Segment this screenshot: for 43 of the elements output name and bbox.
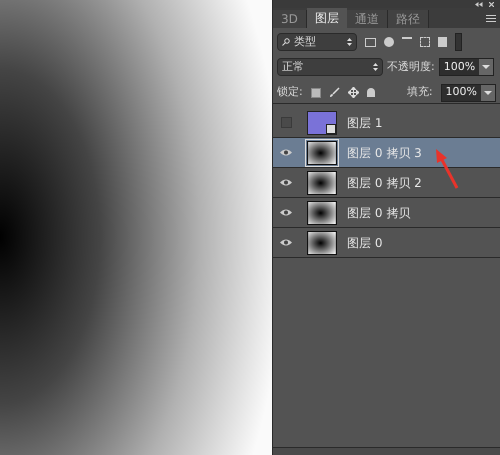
filter-dropdown[interactable]: 类型 — [277, 33, 357, 51]
eye-icon[interactable] — [279, 208, 293, 217]
layer-name: 图层 0 拷贝 — [347, 204, 410, 222]
menu-icon[interactable] — [486, 14, 496, 22]
smart-object-icon — [326, 124, 336, 134]
opacity-label: 不透明度: — [387, 58, 435, 75]
brush-icon[interactable] — [328, 87, 340, 98]
updown-icon — [373, 63, 378, 71]
layer-name: 图层 1 — [347, 114, 382, 132]
blend-mode-dropdown[interactable]: 正常 — [277, 58, 383, 76]
lock-icon[interactable] — [366, 88, 375, 97]
lock-label: 锁定: — [277, 84, 303, 100]
filter-value: 类型 — [294, 34, 316, 50]
layer-row[interactable]: 图层 1 — [273, 108, 500, 138]
panel-tab[interactable]: 通道 — [346, 10, 388, 28]
updown-icon — [347, 38, 352, 46]
fill-field[interactable]: 100% — [440, 84, 496, 102]
eye-icon[interactable] — [279, 238, 293, 247]
layer-name: 图层 0 拷贝 3 — [347, 144, 422, 162]
layer-name: 图层 0 — [347, 234, 382, 252]
layer-row[interactable]: 图层 0 拷贝 3 — [273, 138, 500, 168]
panel-tab[interactable]: 3D — [273, 10, 307, 28]
close-icon[interactable] — [489, 2, 494, 6]
layer-row[interactable]: 图层 0 拷贝 — [273, 198, 500, 228]
panel-tab[interactable]: 路径 — [388, 10, 429, 28]
image-filter-icon[interactable] — [365, 38, 376, 46]
move-icon[interactable] — [348, 87, 359, 98]
layer-row[interactable]: 图层 0 拷贝 2 — [273, 168, 500, 198]
fill-label: 填充: — [406, 84, 433, 100]
filter-toggle[interactable] — [455, 33, 462, 51]
circle-filter-icon[interactable] — [384, 37, 394, 47]
arrow-drawing — [433, 148, 461, 190]
eye-icon[interactable] — [279, 178, 293, 187]
shape-filter-icon[interactable] — [420, 37, 430, 47]
opacity-field[interactable]: 100% — [438, 58, 494, 76]
search-icon — [282, 38, 290, 46]
caret-icon — [484, 90, 492, 94]
layer-name: 图层 0 拷贝 2 — [347, 174, 422, 192]
layer-row[interactable]: 图层 0 — [273, 228, 500, 258]
panel-tab[interactable]: 图层 — [306, 8, 347, 28]
eye-icon[interactable] — [279, 148, 293, 157]
caret-icon — [482, 65, 490, 69]
checker-icon[interactable] — [310, 88, 321, 98]
